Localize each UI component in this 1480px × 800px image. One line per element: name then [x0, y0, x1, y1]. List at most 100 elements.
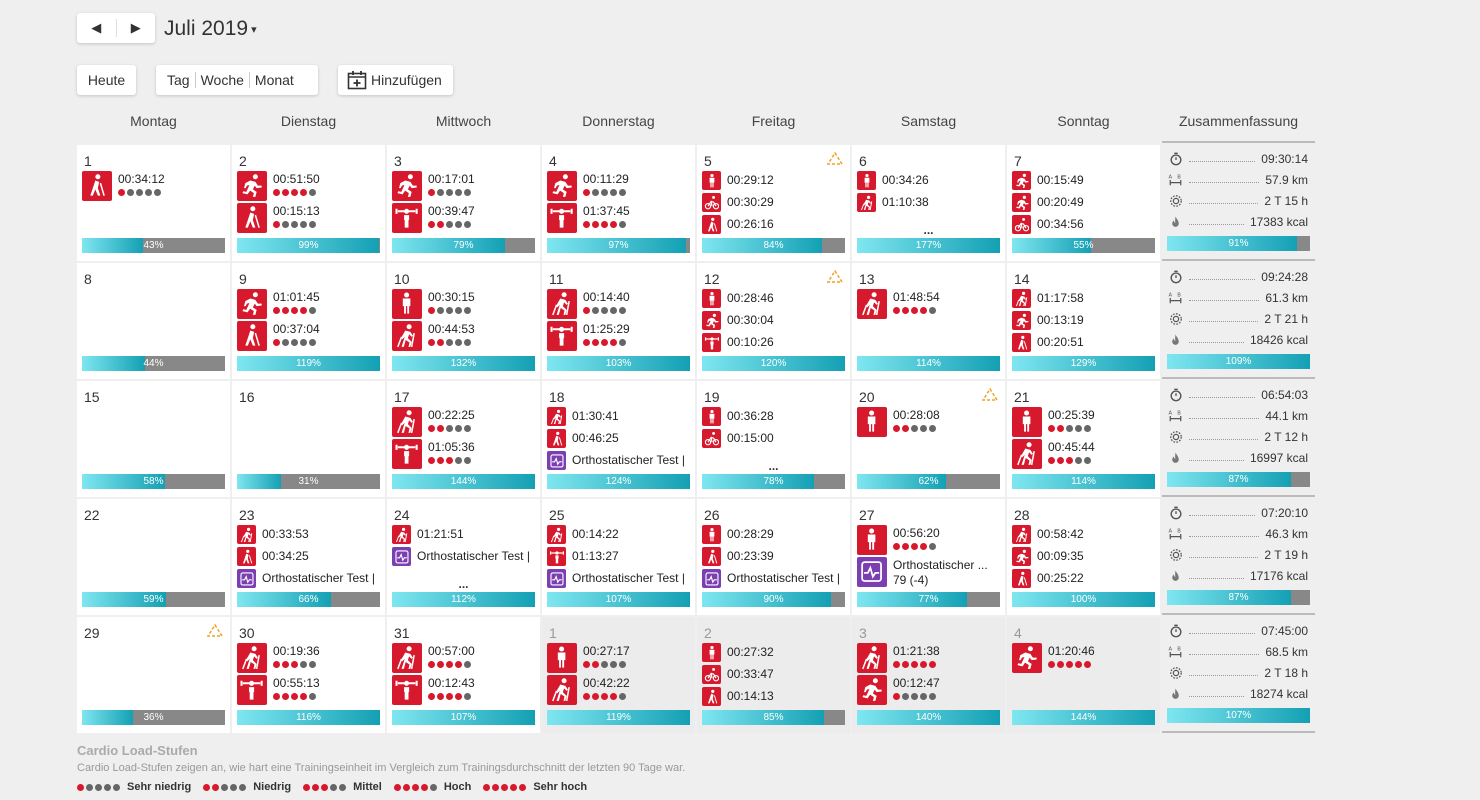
- activity-entry[interactable]: 00:13:19: [1012, 311, 1158, 333]
- activity-entry[interactable]: 00:12:43: [392, 675, 538, 707]
- activity-entry[interactable]: 01:10:38: [857, 193, 1003, 215]
- activity-entry[interactable]: 00:33:47: [702, 665, 848, 687]
- day-cell[interactable]: 23 00:33:53 00:34:25 Orthostatischer Test |…: [232, 499, 385, 615]
- activity-entry[interactable]: Orthostatischer Test |: [702, 569, 848, 591]
- day-cell[interactable]: 14 01:17:58 00:13:19 00:20:51 129%: [1007, 263, 1160, 379]
- activity-entry[interactable]: Orthostatischer Test |: [547, 569, 693, 591]
- activity-entry[interactable]: 00:30:15: [392, 289, 538, 321]
- activity-entry[interactable]: 00:30:04: [702, 311, 848, 333]
- activity-entry[interactable]: 00:10:26: [702, 333, 848, 355]
- day-cell[interactable]: 24 01:21:51 Orthostatischer Test |... 112%: [387, 499, 540, 615]
- day-cell[interactable]: 2 00:51:50 00:15:13 99%: [232, 145, 385, 261]
- activity-entry[interactable]: 00:27:32: [702, 643, 848, 665]
- activity-entry[interactable]: 00:25:39: [1012, 407, 1158, 439]
- prev-month-button[interactable]: ◀: [77, 13, 116, 43]
- more-activities[interactable]: ...: [852, 223, 1005, 237]
- activity-entry[interactable]: 00:28:46: [702, 289, 848, 311]
- day-cell[interactable]: 18 01:30:41 00:46:25 Orthostatischer Test |…: [542, 381, 695, 497]
- activity-entry[interactable]: 01:30:41: [547, 407, 693, 429]
- activity-entry[interactable]: 00:15:00: [702, 429, 848, 451]
- day-cell[interactable]: 26 00:28:29 00:23:39 Orthostatischer Test |…: [697, 499, 850, 615]
- month-selector[interactable]: Juli 2019 ▾: [164, 17, 257, 41]
- day-cell[interactable]: 22 59%: [77, 499, 230, 615]
- activity-entry[interactable]: 01:05:36: [392, 439, 538, 471]
- activity-entry[interactable]: 01:21:51: [392, 525, 538, 547]
- activity-entry[interactable]: Orthostatischer ... 79 (-4): [857, 557, 1003, 589]
- activity-entry[interactable]: 01:21:38: [857, 643, 1003, 675]
- activity-entry[interactable]: 00:39:47: [392, 203, 538, 235]
- day-cell[interactable]: 9 01:01:45 00:37:04 119%: [232, 263, 385, 379]
- view-month-button[interactable]: Monat: [250, 72, 299, 88]
- day-cell[interactable]: 12 00:28:46 00:30:04 00:10:26 120%: [697, 263, 850, 379]
- today-button[interactable]: Heute: [77, 65, 136, 95]
- activity-entry[interactable]: 00:28:08: [857, 407, 1003, 439]
- activity-entry[interactable]: 00:34:12: [82, 171, 228, 203]
- day-cell[interactable]: 11 00:14:40 01:25:29 103%: [542, 263, 695, 379]
- activity-entry[interactable]: 00:28:29: [702, 525, 848, 547]
- activity-entry[interactable]: 00:14:40: [547, 289, 693, 321]
- activity-entry[interactable]: 00:14:22: [547, 525, 693, 547]
- activity-entry[interactable]: 00:09:35: [1012, 547, 1158, 569]
- activity-entry[interactable]: 01:20:46: [1012, 643, 1158, 675]
- activity-entry[interactable]: 00:44:53: [392, 321, 538, 353]
- activity-entry[interactable]: 00:33:53: [237, 525, 383, 547]
- day-cell[interactable]: 10 00:30:15 00:44:53 132%: [387, 263, 540, 379]
- activity-entry[interactable]: 00:45:44: [1012, 439, 1158, 471]
- day-cell[interactable]: 16 31%: [232, 381, 385, 497]
- day-cell[interactable]: 2 00:27:32 00:33:47 00:14:13 85%: [697, 617, 850, 733]
- activity-entry[interactable]: 00:36:28: [702, 407, 848, 429]
- activity-entry[interactable]: 00:12:47: [857, 675, 1003, 707]
- activity-entry[interactable]: 00:19:36: [237, 643, 383, 675]
- activity-entry[interactable]: 01:37:45: [547, 203, 693, 235]
- day-cell[interactable]: 29 36%: [77, 617, 230, 733]
- activity-entry[interactable]: 00:22:25: [392, 407, 538, 439]
- activity-entry[interactable]: 00:30:29: [702, 193, 848, 215]
- day-cell[interactable]: 19 00:36:28 00:15:00... 78%: [697, 381, 850, 497]
- activity-entry[interactable]: 00:11:29: [547, 171, 693, 203]
- activity-entry[interactable]: 01:48:54: [857, 289, 1003, 321]
- activity-entry[interactable]: 00:26:16: [702, 215, 848, 237]
- day-cell[interactable]: 25 00:14:22 01:13:27 Orthostatischer Test |…: [542, 499, 695, 615]
- activity-entry[interactable]: 00:17:01: [392, 171, 538, 203]
- activity-entry[interactable]: 00:15:13: [237, 203, 383, 235]
- day-cell[interactable]: 6 00:34:26 01:10:38... 177%: [852, 145, 1005, 261]
- day-cell[interactable]: 20 00:28:08 62%: [852, 381, 1005, 497]
- day-cell[interactable]: 15 58%: [77, 381, 230, 497]
- activity-entry[interactable]: 00:51:50: [237, 171, 383, 203]
- day-cell[interactable]: 17 00:22:25 01:05:36 144%: [387, 381, 540, 497]
- activity-entry[interactable]: 00:42:22: [547, 675, 693, 707]
- activity-entry[interactable]: 00:25:22: [1012, 569, 1158, 591]
- activity-entry[interactable]: 00:58:42: [1012, 525, 1158, 547]
- day-cell[interactable]: 31 00:57:00 00:12:43 107%: [387, 617, 540, 733]
- activity-entry[interactable]: Orthostatischer Test |: [547, 451, 693, 473]
- view-week-button[interactable]: Woche: [196, 72, 249, 88]
- day-cell[interactable]: 3 01:21:38 00:12:47 140%: [852, 617, 1005, 733]
- day-cell[interactable]: 13 01:48:54 114%: [852, 263, 1005, 379]
- day-cell[interactable]: 1 00:27:17 00:42:22 119%: [542, 617, 695, 733]
- activity-entry[interactable]: 00:23:39: [702, 547, 848, 569]
- day-cell[interactable]: 27 00:56:20 Orthostatischer ... 79 (-4) 77%: [852, 499, 1005, 615]
- day-cell[interactable]: 30 00:19:36 00:55:13 116%: [232, 617, 385, 733]
- activity-entry[interactable]: Orthostatischer Test |: [237, 569, 383, 591]
- activity-entry[interactable]: 00:55:13: [237, 675, 383, 707]
- day-cell[interactable]: 8 44%: [77, 263, 230, 379]
- activity-entry[interactable]: 00:34:26: [857, 171, 1003, 193]
- activity-entry[interactable]: 00:56:20: [857, 525, 1003, 557]
- next-month-button[interactable]: ▶: [117, 13, 156, 43]
- activity-entry[interactable]: 00:46:25: [547, 429, 693, 451]
- activity-entry[interactable]: 00:27:17: [547, 643, 693, 675]
- more-activities[interactable]: ...: [387, 577, 540, 591]
- activity-entry[interactable]: 00:15:49: [1012, 171, 1158, 193]
- activity-entry[interactable]: Orthostatischer Test |: [392, 547, 538, 569]
- day-cell[interactable]: 28 00:58:42 00:09:35 00:25:22 100%: [1007, 499, 1160, 615]
- day-cell[interactable]: 5 00:29:12 00:30:29 00:26:16 84%: [697, 145, 850, 261]
- activity-entry[interactable]: 00:57:00: [392, 643, 538, 675]
- day-cell[interactable]: 3 00:17:01 00:39:47 79%: [387, 145, 540, 261]
- view-day-button[interactable]: Tag: [162, 72, 195, 88]
- activity-entry[interactable]: 00:29:12: [702, 171, 848, 193]
- day-cell[interactable]: 1 00:34:12 43%: [77, 145, 230, 261]
- activity-entry[interactable]: 01:01:45: [237, 289, 383, 321]
- activity-entry[interactable]: 00:20:51: [1012, 333, 1158, 355]
- activity-entry[interactable]: 01:17:58: [1012, 289, 1158, 311]
- activity-entry[interactable]: 00:37:04: [237, 321, 383, 353]
